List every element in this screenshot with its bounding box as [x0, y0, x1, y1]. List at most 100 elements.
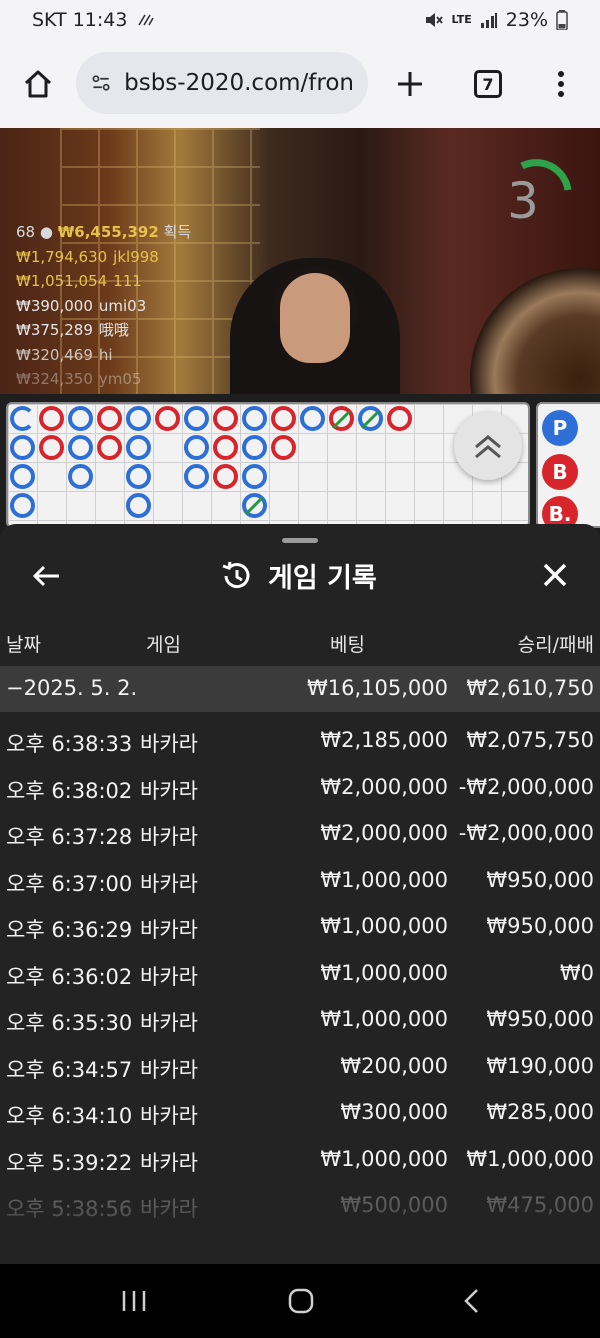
- road-dot-player: [39, 435, 64, 460]
- row-time: 오후 6:36:29: [6, 918, 133, 942]
- close-button[interactable]: [538, 558, 572, 592]
- column-header-bet: 베팅: [330, 634, 365, 656]
- leaderboard-row: ₩1,051,054 111: [16, 272, 142, 290]
- url-bar[interactable]: bsbs-2020.com/fron: [76, 52, 368, 114]
- more-vert-icon: [558, 71, 564, 97]
- road-dot-banker: [242, 464, 267, 489]
- home-circle-icon: [288, 1288, 314, 1314]
- row-game: 바카라: [140, 825, 198, 849]
- tab-count-box: 7: [474, 70, 502, 98]
- row-bet: ₩2,000,000: [320, 774, 448, 799]
- table-row[interactable]: 오후 6:34:57 바카라 ₩200,000 ₩190,000: [0, 1044, 600, 1090]
- more-menu-button[interactable]: [546, 66, 576, 102]
- plus-icon: [398, 72, 422, 96]
- road-dot-banker: [10, 406, 35, 431]
- row-game: 바카라: [140, 1104, 198, 1128]
- row-bet: ₩200,000: [340, 1053, 448, 1078]
- road-dot-banker: [184, 406, 209, 431]
- table-row[interactable]: 오후 6:37:28 바카라 ₩2,000,000 -₩2,000,000: [0, 811, 600, 857]
- row-bet: ₩2,185,000: [320, 728, 448, 752]
- row-game: 바카라: [140, 732, 198, 756]
- row-bet: ₩1,000,000: [320, 1007, 448, 1031]
- road-dot-banker: [126, 464, 151, 489]
- table-row[interactable]: 오후 6:37:00 바카라 ₩1,000,000 ₩950,000: [0, 858, 600, 904]
- row-bet: ₩1,000,000: [320, 1146, 448, 1171]
- banker-predict-button[interactable]: B: [542, 454, 578, 490]
- row-game: 바카라: [140, 1197, 198, 1221]
- row-time: 오후 6:35:30: [6, 1011, 133, 1035]
- system-nav-bar: [0, 1264, 600, 1338]
- table-row[interactable]: 오후 6:35:30 바카라 ₩1,000,000 ₩950,000: [0, 997, 600, 1043]
- url-text: bsbs-2020.com/fron: [124, 70, 354, 96]
- close-icon: [543, 563, 567, 587]
- home-nav-button[interactable]: [284, 1284, 318, 1318]
- player-predict-button[interactable]: P: [542, 410, 578, 446]
- battery-percent: 23%: [505, 9, 548, 31]
- road-dot-player: [271, 435, 296, 460]
- date-group-label: −2025. 5. 2.: [6, 676, 138, 700]
- row-game: 바카라: [140, 1011, 198, 1035]
- row-result: ₩2,075,750: [466, 728, 594, 752]
- leaderboard-header: 68 ● ₩6,455,392 획득: [16, 220, 191, 245]
- leaderboard-row: ₩375,289 哦哦: [16, 321, 129, 339]
- row-game: 바카라: [140, 871, 198, 896]
- recents-icon: [122, 1291, 146, 1311]
- row-result: ₩190,000: [486, 1053, 594, 1078]
- leaderboard-row: ₩1,794,630 jkl998: [16, 247, 159, 266]
- row-result: ₩285,000: [486, 1100, 594, 1124]
- row-result: -₩2,000,000: [458, 774, 594, 799]
- road-dot-banker: [68, 435, 93, 460]
- road-dot-player: [271, 406, 296, 431]
- tie-mark-icon: [331, 410, 380, 430]
- date-group-bet: ₩16,105,000: [306, 676, 448, 700]
- date-group-row[interactable]: −2025. 5. 2. ₩16,105,000 ₩2,610,750: [0, 666, 600, 712]
- home-button[interactable]: [20, 66, 56, 102]
- row-game: 바카라: [140, 1150, 198, 1175]
- row-result: ₩0: [559, 960, 594, 985]
- road-dot-banker: [126, 406, 151, 431]
- signal-activity-icon: [138, 14, 155, 26]
- row-result: ₩950,000: [486, 867, 594, 892]
- column-header-date: 날짜: [6, 634, 41, 656]
- road-dot-banker: [10, 493, 35, 518]
- row-game: 바카라: [140, 778, 198, 803]
- row-time: 오후 5:39:22: [6, 1150, 133, 1175]
- road-dot-banker: [68, 406, 93, 431]
- signal-bars-icon: [480, 13, 497, 28]
- table-row[interactable]: 오후 6:34:10 바카라 ₩300,000 ₩285,000: [0, 1090, 600, 1136]
- scroll-up-button[interactable]: [454, 412, 522, 480]
- countdown-number: 3: [507, 172, 539, 230]
- row-time: 오후 6:34:10: [6, 1104, 133, 1128]
- road-dot-banker: [184, 464, 209, 489]
- road-dot-banker: [126, 493, 151, 518]
- row-result: ₩950,000: [486, 1007, 594, 1031]
- table-row[interactable]: 오후 6:38:33 바카라 ₩2,185,000 ₩2,075,750: [0, 718, 600, 764]
- game-history-sheet: 게임 기록 날짜 게임 베팅 승리/패배 −2025. 5. 2. ₩16,10…: [0, 524, 600, 1264]
- table-row[interactable]: 오후 5:38:56 바카라 ₩500,000 ₩475,000: [0, 1183, 600, 1229]
- tab-count: 7: [482, 74, 494, 94]
- sheet-title: 게임 기록: [268, 563, 377, 594]
- row-result: ₩1,000,000: [466, 1146, 594, 1171]
- row-time: 오후 6:38:33: [6, 732, 133, 756]
- table-row[interactable]: 오후 6:38:02 바카라 ₩2,000,000 -₩2,000,000: [0, 765, 600, 811]
- table-row[interactable]: 오후 6:36:29 바카라 ₩1,000,000 ₩950,000: [0, 904, 600, 950]
- back-nav-button[interactable]: [454, 1284, 488, 1318]
- row-game: 바카라: [140, 1057, 198, 1082]
- tab-switcher-button[interactable]: 7: [470, 66, 506, 102]
- new-tab-button[interactable]: [392, 66, 428, 102]
- row-result: -₩2,000,000: [458, 821, 594, 845]
- leaderboard-row: ₩320,469 hi: [16, 345, 113, 364]
- roadmap-grid: [6, 402, 530, 528]
- row-bet: ₩2,000,000: [320, 821, 448, 845]
- table-row[interactable]: 오후 5:39:22 바카라 ₩1,000,000 ₩1,000,000: [0, 1137, 600, 1183]
- total-won: ₩6,455,392: [57, 223, 159, 241]
- home-icon: [24, 70, 52, 98]
- won-suffix: 획득: [163, 223, 192, 241]
- back-button[interactable]: [28, 558, 64, 594]
- row-game: 바카라: [140, 964, 198, 989]
- row-bet: ₩1,000,000: [320, 960, 448, 985]
- table-row[interactable]: 오후 6:36:02 바카라 ₩1,000,000 ₩0: [0, 951, 600, 997]
- row-bet: ₩300,000: [340, 1100, 448, 1124]
- sheet-drag-handle[interactable]: [282, 538, 318, 543]
- recents-button[interactable]: [118, 1284, 150, 1318]
